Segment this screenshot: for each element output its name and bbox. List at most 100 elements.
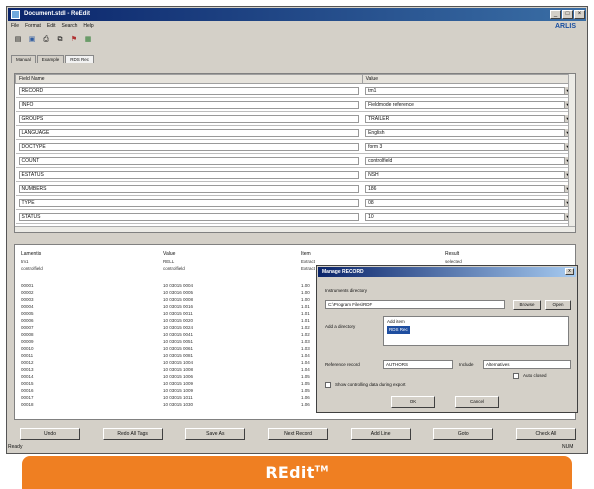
list-cell: 1.01 — [301, 311, 310, 316]
goto-button[interactable]: Goto — [433, 428, 494, 440]
dialog-close-button[interactable]: x — [565, 268, 574, 275]
list-header-value[interactable]: Value — [163, 251, 175, 257]
column-header-value[interactable]: Value — [361, 74, 576, 84]
table-row[interactable]: STATUS 10▼ — [15, 209, 575, 224]
field-name-cell[interactable]: GROUPS — [18, 114, 360, 123]
grid-vertical-scrollbar[interactable] — [568, 74, 575, 232]
list-cell: 00006 — [21, 318, 34, 323]
cancel-button[interactable]: Cancel — [455, 396, 499, 408]
field-name-cell[interactable]: TYPE — [18, 198, 360, 207]
auto-closed-checkbox[interactable] — [513, 373, 519, 379]
list-cell: 1.03 — [301, 346, 310, 351]
table-row[interactable]: DOCTYPE form 3▼ — [15, 139, 575, 154]
directory-input[interactable]: C:\Program Files\RDF — [325, 300, 505, 309]
list-header-result[interactable]: Result — [445, 251, 459, 257]
flag-icon[interactable]: ⚑ — [69, 34, 79, 45]
include-label: Include — [459, 362, 474, 367]
auto-closed-label: Auto closed — [523, 373, 547, 378]
tab-manual[interactable]: Manual — [11, 55, 36, 63]
browse-button[interactable]: Browse — [513, 300, 541, 310]
value-dropdown[interactable]: tm1▼ — [365, 86, 572, 95]
status-left: Ready — [8, 444, 23, 450]
value-dropdown[interactable]: 10▼ — [365, 212, 572, 221]
table-row[interactable]: TYPE 08▼ — [15, 195, 575, 210]
product-banner: REditTM — [22, 456, 572, 489]
value-dropdown[interactable]: 08▼ — [365, 198, 572, 207]
copy-icon[interactable]: ⧉ — [55, 34, 65, 45]
value-dropdown[interactable]: Fieldmode reference▼ — [365, 100, 572, 109]
table-row[interactable]: LANGUAGE English▼ — [15, 125, 575, 140]
list-cell: 1.06 — [301, 402, 310, 407]
field-name-cell[interactable]: RECORD — [18, 86, 360, 95]
field-name-cell[interactable]: NUMBERS — [18, 184, 360, 193]
show-data-label: Show controlling data during export — [335, 382, 406, 387]
ok-button[interactable]: OK — [391, 396, 435, 408]
open-icon[interactable]: ▤ — [13, 34, 23, 45]
tab-rds-rec[interactable]: RDS Rec — [65, 55, 95, 63]
list-cell: 10 03015 0061 — [163, 346, 194, 351]
status-right: NUM — [562, 444, 574, 450]
redo-all-tags-button[interactable]: Redo All Tags — [102, 428, 163, 440]
dialog-title: Manage RECORD — [318, 267, 576, 277]
table-row[interactable]: INFO Fieldmode reference▼ — [15, 97, 575, 112]
list-cell: 10 03015 0016 — [163, 304, 194, 309]
value-dropdown[interactable]: English▼ — [365, 128, 572, 137]
add-line-button[interactable]: Add Line — [350, 428, 411, 440]
value-dropdown[interactable]: TRAILER▼ — [365, 114, 572, 123]
field-name-cell[interactable]: ESTATUS — [18, 170, 360, 179]
table-row[interactable]: RECORD tm1▼ — [15, 83, 575, 98]
menu-search[interactable]: Search — [62, 23, 78, 32]
save-as-button[interactable]: Save As — [185, 428, 246, 440]
value-text: 186 — [368, 185, 377, 192]
list-item[interactable]: Add item — [387, 318, 565, 326]
undo-button[interactable]: Undo — [20, 428, 80, 440]
list-cell: 00002 — [21, 290, 34, 295]
table-row[interactable]: ESTATUS NSH▼ — [15, 167, 575, 182]
menu-file[interactable]: File — [11, 23, 19, 32]
value-dropdown[interactable]: controlfield▼ — [365, 156, 572, 165]
maximize-button[interactable]: □ — [562, 10, 573, 19]
save-icon[interactable]: ▣ — [27, 34, 37, 45]
menu-help[interactable]: Help — [83, 23, 93, 32]
list-cell: 1.02 — [301, 325, 310, 330]
check-all-button[interactable]: Check All — [515, 428, 576, 440]
list-cell: 00013 — [21, 367, 34, 372]
list-item[interactable]: RDS Rec — [387, 326, 410, 334]
field-name-cell[interactable]: STATUS — [18, 212, 360, 221]
field-name-cell[interactable]: COUNT — [18, 156, 360, 165]
value-text: TRAILER — [368, 115, 390, 122]
show-data-checkbox[interactable] — [325, 382, 331, 388]
value-dropdown[interactable]: form 3▼ — [365, 142, 572, 151]
value-dropdown[interactable]: NSH▼ — [365, 170, 572, 179]
table-row[interactable]: GROUPS TRAILER▼ — [15, 111, 575, 126]
menu-edit[interactable]: Edit — [47, 23, 56, 32]
reference-select[interactable]: AUTHORS — [383, 360, 453, 369]
list-cell: 10 03016 0005 — [163, 290, 194, 295]
directory-list[interactable]: Add item RDS Rec — [383, 316, 569, 346]
field-name-cell[interactable]: DOCTYPE — [18, 142, 360, 151]
print-icon[interactable]: ⎙ — [41, 34, 51, 45]
column-header-field-name[interactable]: Field Name — [15, 74, 363, 84]
open-button[interactable]: Open — [545, 300, 571, 310]
field-name-cell[interactable]: INFO — [18, 100, 360, 109]
field-name-cell[interactable]: LANGUAGE — [18, 128, 360, 137]
value-dropdown[interactable]: 186▼ — [365, 184, 572, 193]
list-cell: 1.04 — [301, 360, 310, 365]
list-cell: 10 03015 0008 — [163, 297, 194, 302]
list-cell: 10 03015 0081 — [163, 353, 194, 358]
include-select[interactable]: Alternatives — [483, 360, 571, 369]
tab-example[interactable]: Example — [36, 55, 65, 63]
table-row[interactable]: NUMBERS 186▼ — [15, 181, 575, 196]
manage-dialog: Manage RECORD x Instruments directory C:… — [316, 265, 578, 413]
minimize-button[interactable]: _ — [550, 10, 561, 19]
list-header-item[interactable]: Item — [301, 251, 311, 257]
list-cell: Extract — [301, 266, 316, 271]
table-row[interactable]: COUNT controlfield▼ — [15, 153, 575, 168]
list-header-lamentis[interactable]: Lamentis — [21, 251, 41, 257]
list-cell: 00008 — [21, 332, 34, 337]
close-button[interactable]: × — [574, 10, 585, 19]
next-record-button[interactable]: Next Record — [267, 428, 328, 440]
grid-horizontal-scrollbar[interactable] — [15, 226, 575, 232]
menu-format[interactable]: Format — [25, 23, 41, 32]
image-icon[interactable]: ▦ — [83, 34, 93, 45]
